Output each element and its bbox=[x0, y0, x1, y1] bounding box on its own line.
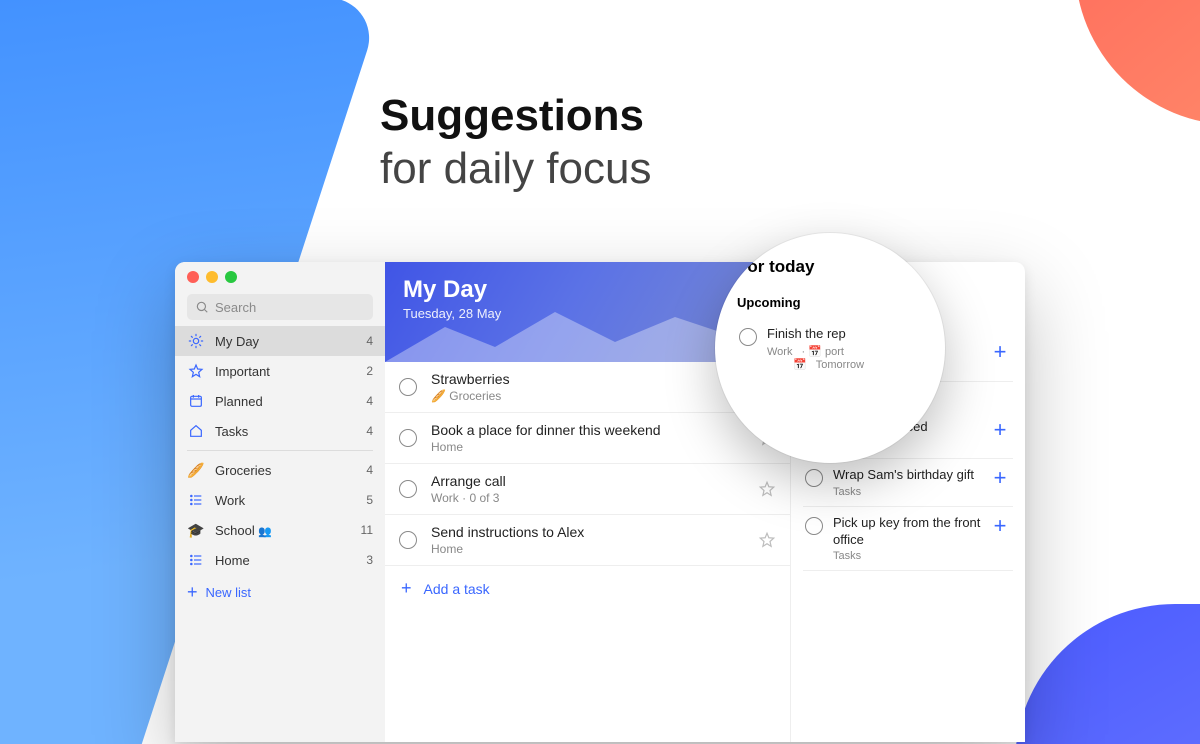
sun-icon bbox=[187, 333, 205, 349]
sidebar-item-label: School 👥 bbox=[215, 523, 272, 538]
search-input[interactable]: Search bbox=[187, 294, 373, 320]
lens-title: For today bbox=[737, 257, 923, 277]
suggestion-meta: Tasks bbox=[833, 486, 989, 498]
sidebar-item-count: 4 bbox=[366, 394, 373, 408]
task-radio[interactable] bbox=[805, 517, 823, 535]
list-icon bbox=[187, 552, 205, 568]
task-meta: Home bbox=[431, 440, 758, 454]
suggestion-row[interactable]: Wrap Sam's birthday gift Tasks + bbox=[803, 459, 1013, 507]
sidebar-item-important[interactable]: Important 2 bbox=[175, 356, 385, 386]
sidebar-item-label: Work bbox=[215, 493, 245, 508]
minimize-button[interactable] bbox=[206, 271, 218, 283]
list-icon bbox=[187, 492, 205, 508]
home-icon bbox=[187, 423, 205, 439]
suggestion-meta: Tasks bbox=[833, 550, 989, 562]
magnifier-lens: For today Upcoming Finish the rep Work ·… bbox=[715, 233, 945, 463]
sidebar-item-count: 4 bbox=[366, 424, 373, 438]
task-row[interactable]: Book a place for dinner this weekend Hom… bbox=[385, 413, 790, 464]
task-radio[interactable] bbox=[399, 378, 417, 396]
sidebar-item-planned[interactable]: Planned 4 bbox=[175, 386, 385, 416]
sidebar-item-label: Groceries bbox=[215, 463, 271, 478]
sidebar-item-my day[interactable]: My Day 4 bbox=[175, 326, 385, 356]
marketing-headline: Suggestions for daily focus bbox=[380, 90, 651, 196]
task-title: Arrange call bbox=[431, 473, 758, 489]
list-date: Tuesday, 28 May bbox=[403, 306, 772, 321]
sidebar-divider bbox=[187, 450, 373, 451]
task-radio[interactable] bbox=[399, 480, 417, 498]
sidebar: Search My Day 4 Important 2 Planned 4 Ta… bbox=[175, 262, 385, 742]
suggestion-row[interactable]: Pick up key from the front office Tasks … bbox=[803, 507, 1013, 572]
task-title: Send instructions to Alex bbox=[431, 524, 758, 540]
task-meta: 🥖 Groceries bbox=[431, 389, 758, 403]
add-suggestion-button[interactable]: + bbox=[989, 515, 1011, 537]
sidebar-item-label: Planned bbox=[215, 394, 263, 409]
suggestion-title: Pick up key from the front office bbox=[833, 515, 989, 549]
list-title: My Day bbox=[403, 276, 772, 304]
task-radio[interactable] bbox=[805, 469, 823, 487]
add-suggestion-button[interactable]: + bbox=[989, 419, 1011, 441]
task-row[interactable]: Arrange call Work · 0 of 3 bbox=[385, 464, 790, 515]
window-controls bbox=[175, 262, 385, 292]
zoom-button[interactable] bbox=[225, 271, 237, 283]
suggestion-title: Wrap Sam's birthday gift bbox=[833, 467, 989, 484]
sidebar-item-school[interactable]: 🎓 School 👥 11 bbox=[175, 515, 385, 545]
sidebar-item-count: 5 bbox=[366, 493, 373, 507]
task-title: Book a place for dinner this weekend bbox=[431, 422, 758, 438]
sidebar-item-label: Home bbox=[215, 553, 250, 568]
sidebar-item-home[interactable]: Home 3 bbox=[175, 545, 385, 575]
calendar-icon bbox=[187, 393, 205, 409]
lens-section: Upcoming bbox=[737, 295, 923, 310]
new-list-button[interactable]: + New list bbox=[175, 575, 385, 609]
search-icon bbox=[195, 300, 209, 314]
list-icon: 🎓 bbox=[187, 522, 205, 539]
lens-item: Finish the rep Work · 📅 port 📅 Tomorrow bbox=[737, 318, 923, 379]
sidebar-item-count: 4 bbox=[366, 334, 373, 348]
add-suggestion-button[interactable]: + bbox=[989, 467, 1011, 489]
star-icon[interactable] bbox=[758, 480, 776, 498]
sidebar-item-work[interactable]: Work 5 bbox=[175, 485, 385, 515]
task-row[interactable]: Send instructions to Alex Home bbox=[385, 515, 790, 566]
decor-blue-br bbox=[1015, 604, 1200, 744]
task-meta: Work · 0 of 3 bbox=[431, 491, 758, 505]
task-title: Strawberries bbox=[431, 371, 758, 387]
task-radio[interactable] bbox=[739, 328, 757, 346]
star-icon[interactable] bbox=[758, 531, 776, 549]
task-radio[interactable] bbox=[399, 531, 417, 549]
task-meta: Home bbox=[431, 542, 758, 556]
sidebar-item-tasks[interactable]: Tasks 4 bbox=[175, 416, 385, 446]
sidebar-item-count: 11 bbox=[361, 523, 373, 537]
sidebar-item-count: 3 bbox=[366, 553, 373, 567]
sidebar-item-label: Tasks bbox=[215, 424, 248, 439]
decor-red-right bbox=[1075, 0, 1200, 125]
star-icon bbox=[187, 363, 205, 379]
plus-icon: + bbox=[401, 578, 412, 599]
task-radio[interactable] bbox=[399, 429, 417, 447]
sidebar-item-label: My Day bbox=[215, 334, 259, 349]
add-task-button[interactable]: + Add a task bbox=[385, 566, 790, 611]
shared-icon: 👥 bbox=[258, 526, 272, 538]
sidebar-item-count: 4 bbox=[366, 463, 373, 477]
plus-icon: + bbox=[187, 583, 198, 601]
sidebar-item-count: 2 bbox=[366, 364, 373, 378]
sidebar-item-groceries[interactable]: 🥖 Groceries 4 bbox=[175, 455, 385, 485]
close-button[interactable] bbox=[187, 271, 199, 283]
list-icon: 🥖 bbox=[187, 462, 205, 479]
add-suggestion-button[interactable]: + bbox=[989, 341, 1011, 363]
sidebar-item-label: Important bbox=[215, 364, 270, 379]
